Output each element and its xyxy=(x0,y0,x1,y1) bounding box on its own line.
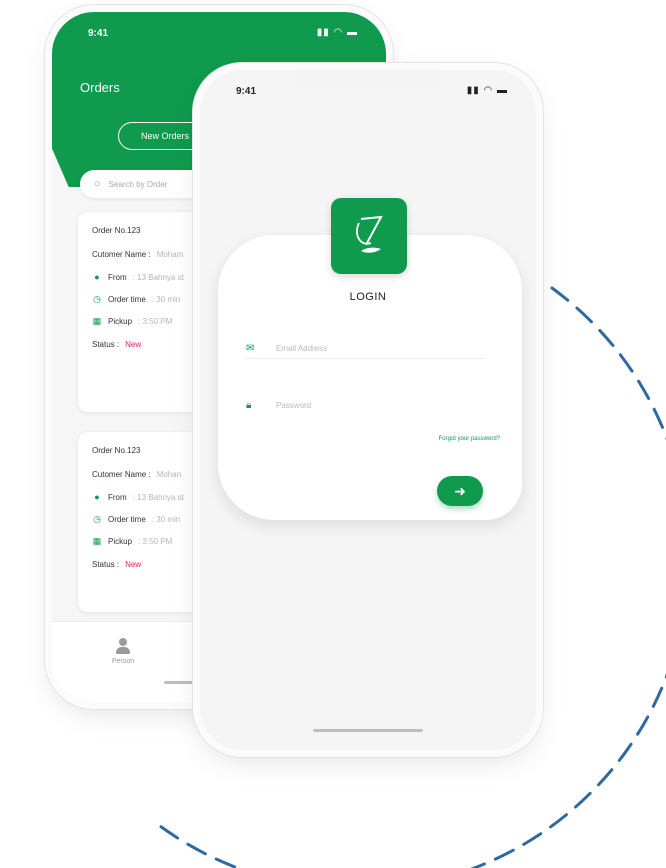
forgot-password-link[interactable]: Forgot your password? xyxy=(439,436,500,442)
calendar-icon: ▦ xyxy=(92,536,102,546)
order-time-row: ◷ Order time: 30 min xyxy=(93,514,181,524)
login-submit-button[interactable]: ➜ xyxy=(437,476,483,506)
password-field[interactable]: 🔒︎ Password xyxy=(246,395,486,415)
password-placeholder: Password xyxy=(276,400,312,410)
phone-notch xyxy=(293,70,443,92)
signal-wifi-battery-icon: ▮▮ ◠ ▬ xyxy=(316,27,358,38)
from-row: ● From: 13 Bahnya st xyxy=(92,272,184,282)
order-number: Order No.123 xyxy=(92,446,141,455)
search-placeholder: Search by Order xyxy=(108,179,168,189)
email-placeholder: Email Address xyxy=(276,343,328,353)
status-time: 9:41 xyxy=(236,86,257,97)
lock-icon: 🔒︎ xyxy=(246,399,252,411)
person-icon xyxy=(116,638,131,654)
status-row: Status : New xyxy=(92,560,142,569)
from-row: ● From: 13 Bahnya st xyxy=(92,492,184,502)
status-time: 9:41 xyxy=(88,28,109,39)
clock-icon: ◷ xyxy=(93,514,101,524)
phone-notch xyxy=(144,12,294,34)
location-pin-icon: ● xyxy=(94,272,100,282)
login-card xyxy=(218,235,522,520)
status-badge: New xyxy=(125,560,142,569)
status-row: Status : New xyxy=(92,340,142,349)
pickup-row: ▦ Pickup: 3:50 PM xyxy=(92,316,173,326)
calendar-icon: ▦ xyxy=(92,316,102,326)
new-orders-button[interactable]: New Orders xyxy=(118,122,212,150)
tab-label: Person xyxy=(112,658,135,665)
order-number: Order No.123 xyxy=(92,226,141,235)
arrow-right-icon: ➜ xyxy=(454,482,466,499)
status-badge: New xyxy=(125,340,142,349)
clock-icon: ◷ xyxy=(93,294,101,304)
signal-wifi-battery-icon: ▮▮ ◠ ▬ xyxy=(466,85,508,96)
app-logo-icon xyxy=(331,198,407,274)
pickup-row: ▦ Pickup: 3:50 PM xyxy=(92,536,173,546)
customer-row: Cutomer Name : Moham xyxy=(92,250,184,259)
email-icon: ✉ xyxy=(246,342,255,354)
customer-row: Cutomer Name : Mohan xyxy=(92,470,182,479)
order-time-row: ◷ Order time: 30 min xyxy=(93,294,181,304)
page-title: Orders xyxy=(80,80,120,95)
login-title: LOGIN xyxy=(349,291,387,303)
email-field[interactable]: ✉ Email Address xyxy=(246,338,486,359)
search-icon: ○ xyxy=(94,178,101,190)
home-indicator xyxy=(313,729,423,732)
tab-person[interactable]: Person xyxy=(112,638,134,665)
login-phone: 9:41 ▮▮ ◠ ▬ LOGIN ✉ Email Address 🔒︎ Pas… xyxy=(200,70,536,750)
location-pin-icon: ● xyxy=(94,492,100,502)
